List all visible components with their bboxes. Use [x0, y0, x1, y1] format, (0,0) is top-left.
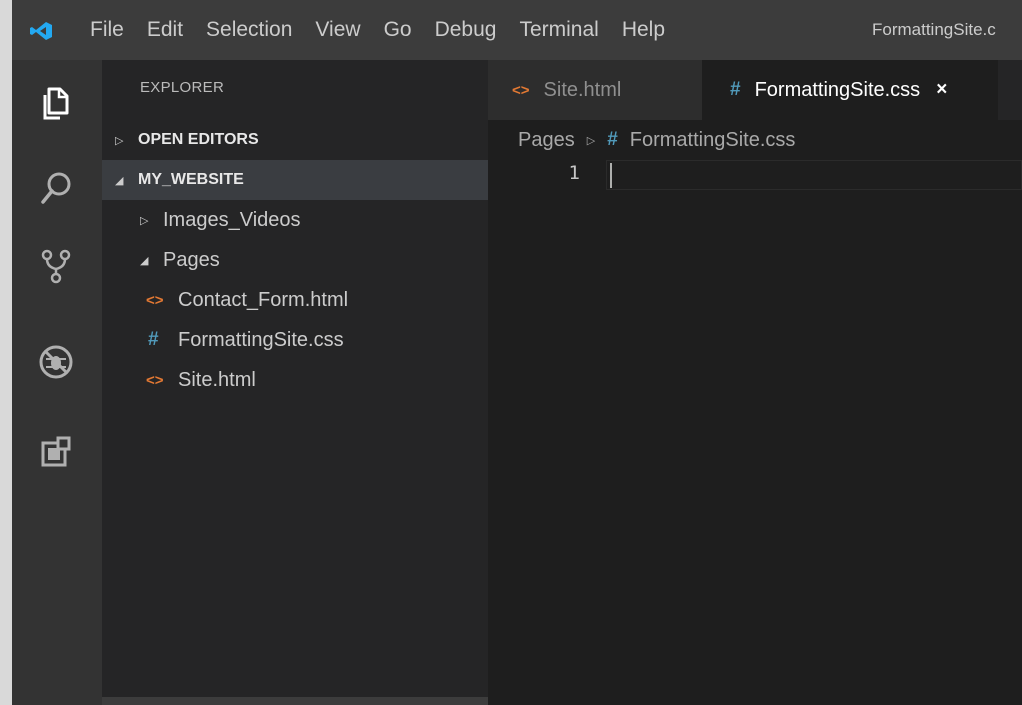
chevron-right-icon: ▷ — [140, 214, 149, 227]
tree-item-label: FormattingSite.css — [178, 328, 344, 351]
explorer-icon[interactable] — [36, 83, 76, 123]
project-folder-section[interactable]: ◢ MY_WEBSITE — [102, 160, 488, 200]
menu-help[interactable]: Help — [622, 18, 665, 42]
extensions-icon[interactable] — [36, 432, 76, 472]
editor-tab-bar: <> Site.html # FormattingSite.css × — [488, 60, 1022, 120]
editor-line[interactable]: 1 — [488, 160, 1022, 192]
menu-edit[interactable]: Edit — [147, 18, 183, 42]
current-line-highlight — [606, 160, 1022, 190]
css-file-icon: # — [730, 79, 741, 100]
menu-go[interactable]: Go — [384, 18, 412, 42]
search-icon[interactable] — [36, 168, 76, 208]
menu-selection[interactable]: Selection — [206, 18, 292, 42]
menu-terminal[interactable]: Terminal — [519, 18, 598, 42]
menu-view[interactable]: View — [315, 18, 360, 42]
close-icon[interactable]: × — [936, 79, 947, 101]
tree-item-label: Pages — [163, 248, 220, 271]
chevron-down-icon: ◢ — [140, 254, 149, 267]
open-editors-section[interactable]: ▷ OPEN EDITORS — [102, 120, 488, 160]
chevron-right-icon: ▷ — [586, 134, 596, 147]
chevron-right-icon: ▷ — [115, 134, 124, 147]
html-file-icon: <> — [146, 291, 164, 309]
sidebar-title: EXPLORER — [140, 79, 225, 96]
tree-item-label: Images_Videos — [163, 208, 301, 231]
tab-label: Site.html — [543, 78, 622, 101]
breadcrumb-folder[interactable]: Pages — [518, 129, 575, 152]
css-file-icon: # — [148, 329, 159, 350]
sidebar-bottom-edge — [102, 697, 488, 705]
line-number: 1 — [568, 162, 580, 184]
vscode-logo-icon — [30, 22, 52, 40]
text-cursor — [610, 163, 612, 188]
html-file-icon: <> — [146, 371, 164, 389]
tab-formattingsite-css[interactable]: # FormattingSite.css × — [702, 60, 998, 120]
explorer-sidebar: EXPLORER ▷ OPEN EDITORS ◢ MY_WEBSITE ▷ I… — [102, 60, 488, 705]
chevron-down-icon: ◢ — [115, 174, 124, 187]
tab-site-html[interactable]: <> Site.html — [488, 60, 702, 120]
project-folder-label: MY_WEBSITE — [138, 171, 244, 188]
tree-file-contact-form[interactable]: <> Contact_Form.html — [102, 280, 488, 320]
debug-icon[interactable] — [36, 342, 76, 382]
css-file-icon: # — [607, 129, 618, 150]
menu-bar: File Edit Selection View Go Debug Termin… — [90, 0, 688, 60]
tree-file-formattingsite-css[interactable]: # FormattingSite.css — [102, 320, 488, 360]
source-control-icon[interactable] — [36, 246, 76, 286]
tree-item-label: Contact_Form.html — [178, 288, 349, 311]
window-title: FormattingSite.c — [872, 20, 996, 39]
title-bar: File Edit Selection View Go Debug Termin… — [12, 0, 1022, 60]
tree-folder-images-videos[interactable]: ▷ Images_Videos — [102, 200, 488, 240]
tab-label: FormattingSite.css — [754, 78, 921, 101]
breadcrumb-file[interactable]: FormattingSite.css — [630, 129, 796, 152]
tree-item-label: Site.html — [178, 368, 256, 391]
tree-file-site-html[interactable]: <> Site.html — [102, 360, 488, 400]
menu-file[interactable]: File — [90, 18, 124, 42]
menu-debug[interactable]: Debug — [435, 18, 497, 42]
activity-bar — [12, 60, 102, 705]
open-editors-label: OPEN EDITORS — [138, 131, 259, 148]
vscode-window: File Edit Selection View Go Debug Termin… — [12, 0, 1022, 705]
html-file-icon: <> — [512, 81, 530, 99]
tree-folder-pages[interactable]: ◢ Pages — [102, 240, 488, 280]
breadcrumb: Pages ▷ # FormattingSite.css — [488, 120, 1022, 160]
